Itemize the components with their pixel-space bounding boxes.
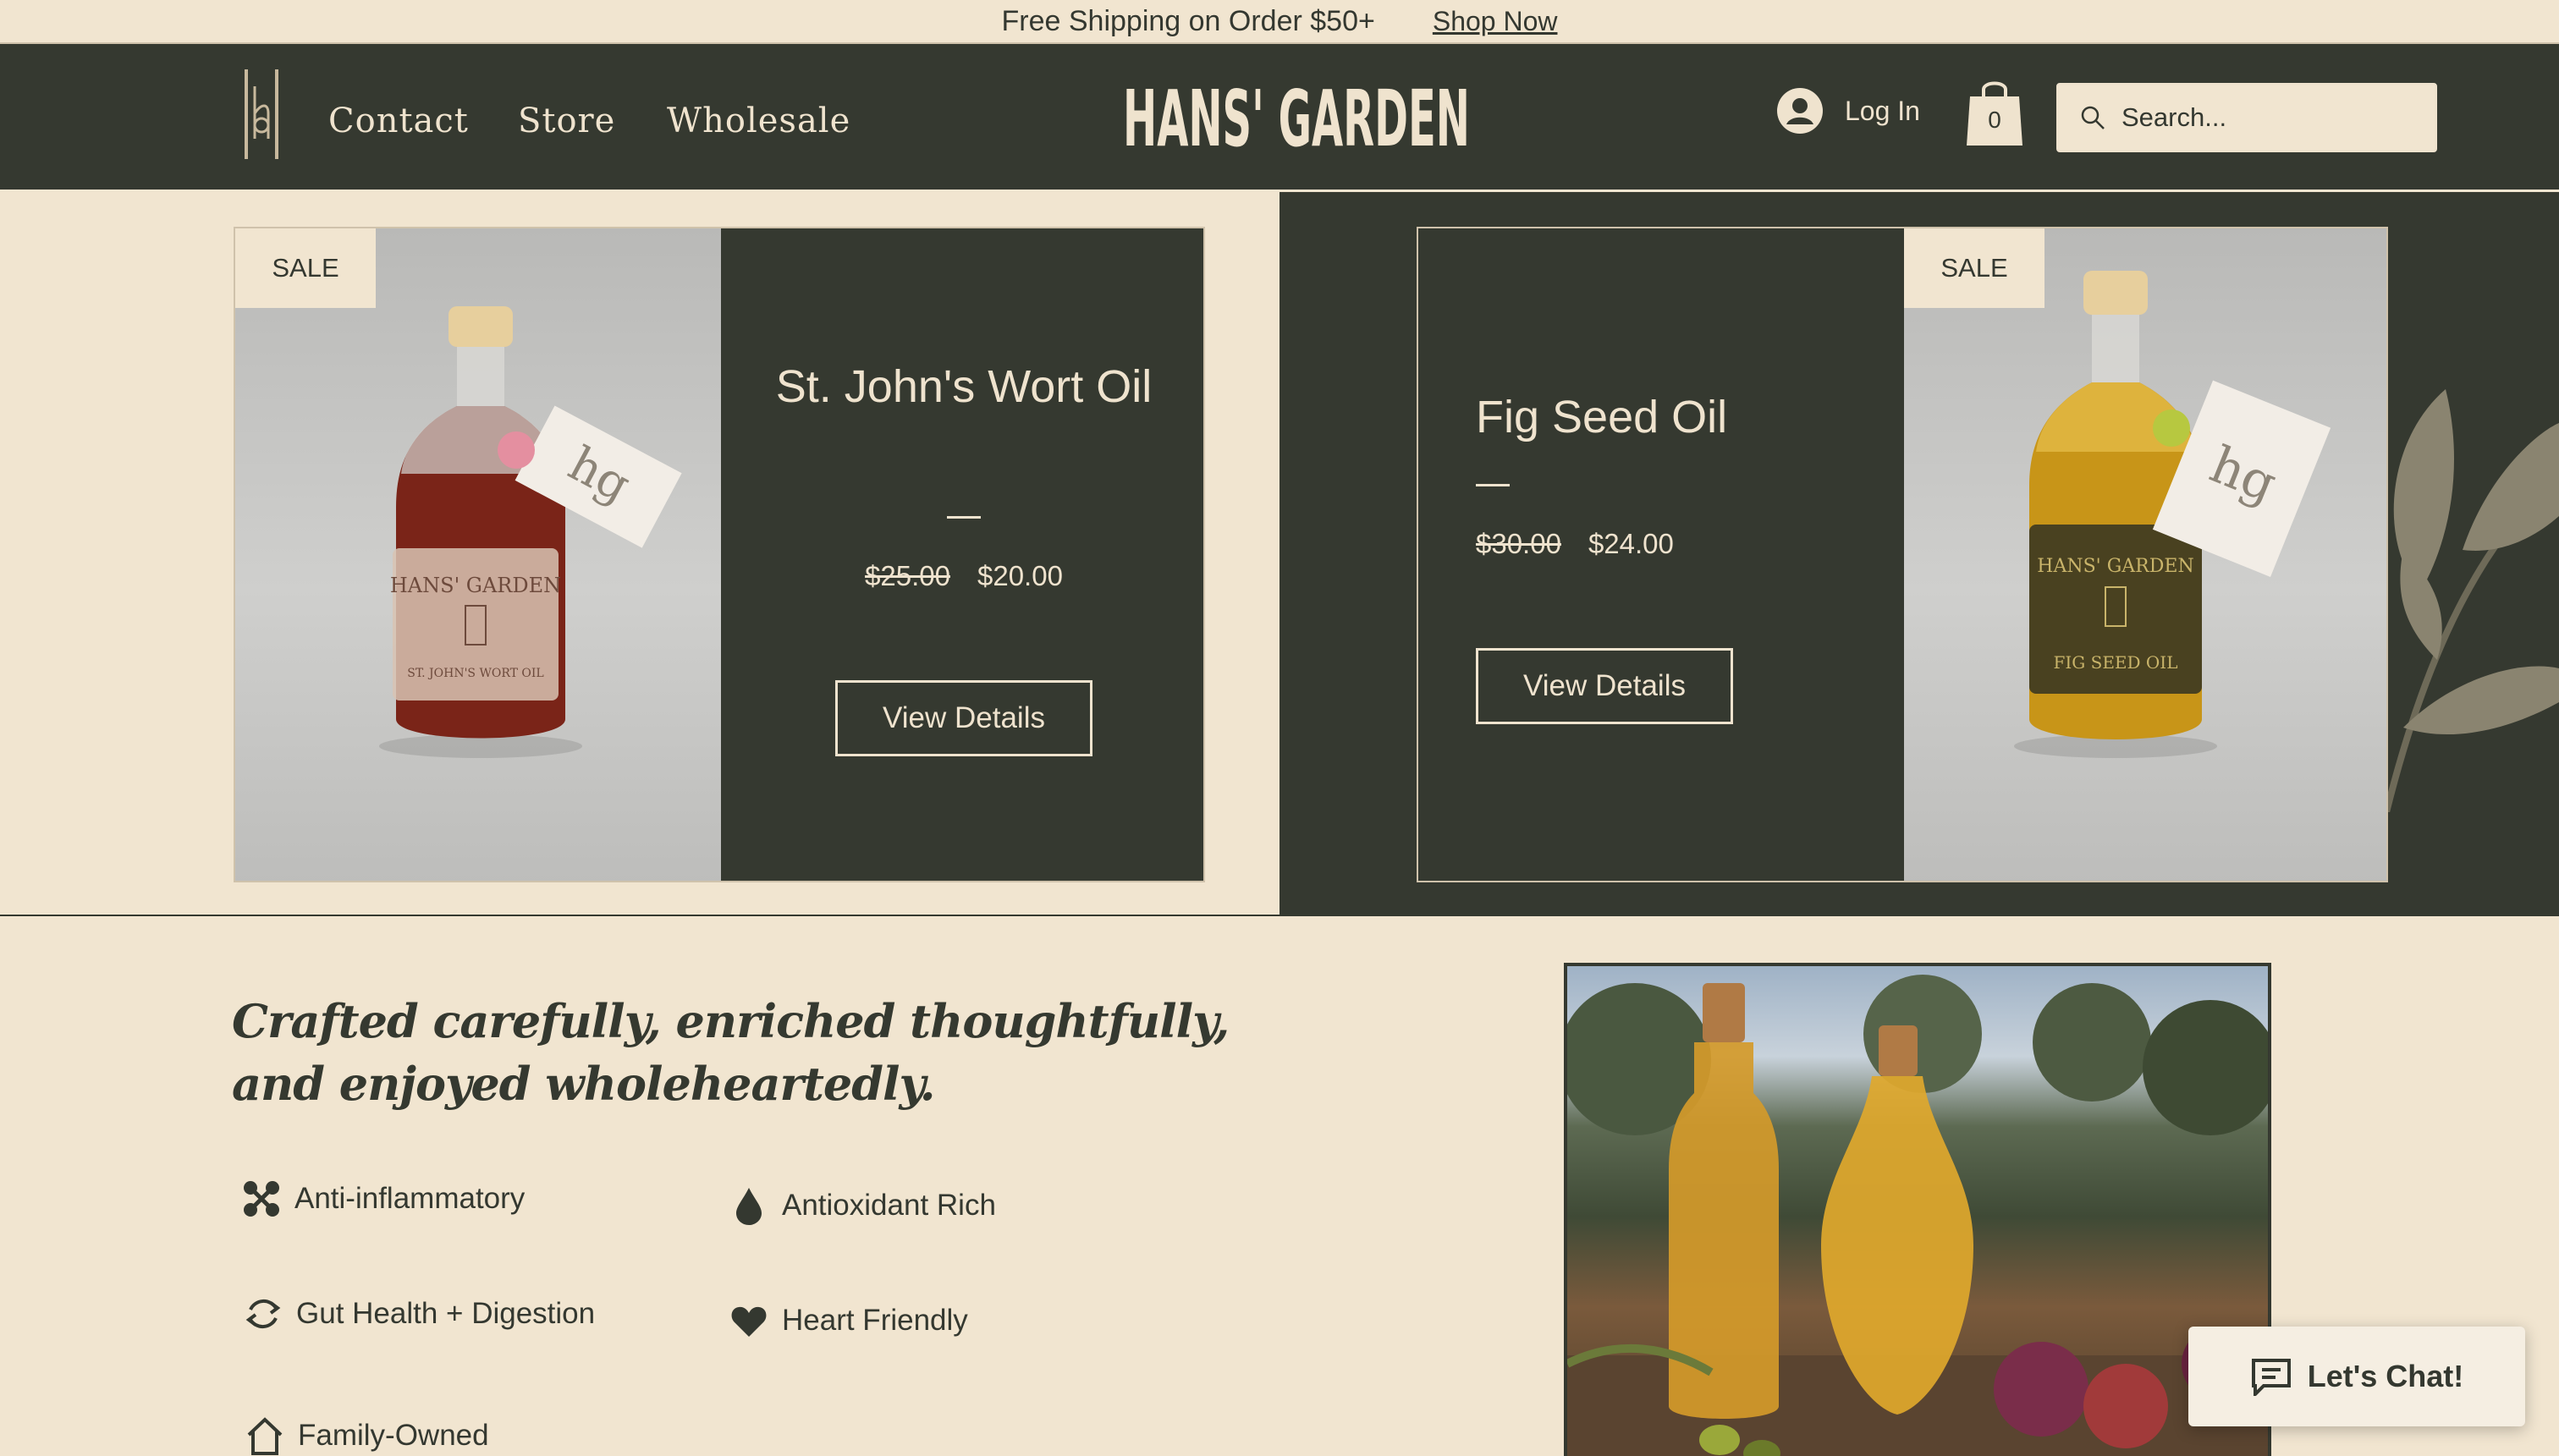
- feature-anti-inflammatory: Anti-inflammatory: [240, 1178, 525, 1220]
- oil-bottle-image: HANS' GARDEN FIG SEED OIL hg: [2014, 271, 2331, 758]
- sale-price: $24.00: [1588, 528, 1674, 559]
- feature-heart-friendly: Heart Friendly: [728, 1299, 968, 1342]
- product-price: $30.00 $24.00: [1476, 528, 1674, 560]
- nav-store[interactable]: Store: [518, 102, 615, 140]
- olive-oil-hero-image: [1564, 963, 2271, 1456]
- brand-name: HANS' GARDEN: [1123, 74, 1470, 156]
- name-divider: [947, 516, 981, 519]
- cart-count: 0: [1988, 107, 2001, 133]
- nav-wholesale[interactable]: Wholesale: [667, 102, 850, 140]
- brand-logo[interactable]: HANS' GARDEN: [1119, 74, 1474, 156]
- login-label: Log In: [1845, 95, 1920, 126]
- hg-monogram-icon[interactable]: [239, 66, 283, 162]
- chat-widget-button[interactable]: Let's Chat!: [2188, 1327, 2525, 1426]
- announcement-text: Free Shipping on Order $50+: [1001, 4, 1375, 37]
- bottle-label-product: ST. JOHN'S WORT OIL: [407, 667, 543, 680]
- feature-family-owned: Family-Owned: [244, 1415, 489, 1456]
- sale-badge: SALE: [235, 228, 376, 308]
- product-card-st-johns-wort[interactable]: HANS' GARDEN ST. JOHN'S WORT OIL hg SALE…: [234, 227, 1205, 882]
- heart-icon: [731, 1306, 767, 1337]
- user-avatar-icon: [1777, 88, 1823, 134]
- cycle-icon: [245, 1299, 281, 1329]
- feature-label: Antioxidant Rich: [782, 1189, 996, 1222]
- product-name[interactable]: Fig Seed Oil: [1476, 386, 1882, 448]
- cart-button[interactable]: 0: [1965, 76, 2024, 147]
- feature-label: Family-Owned: [298, 1419, 489, 1452]
- view-details-button[interactable]: View Details: [835, 680, 1092, 756]
- product-info: St. John's Wort Oil $25.00 $20.00 View D…: [721, 228, 1203, 881]
- feature-label: Heart Friendly: [782, 1304, 968, 1337]
- sale-price: $20.00: [977, 560, 1063, 591]
- brand-tagline: Crafted carefully, enriched thoughtfully…: [232, 994, 1230, 1111]
- search-box[interactable]: [2056, 83, 2437, 152]
- product-photo[interactable]: HANS' GARDEN ST. JOHN'S WORT OIL hg: [235, 228, 721, 881]
- login-button[interactable]: Log In: [1777, 88, 1920, 134]
- chat-label: Let's Chat!: [2307, 1359, 2464, 1393]
- bottle-label-brand: HANS' GARDEN: [2037, 556, 2193, 577]
- feature-antioxidant: Antioxidant Rich: [728, 1184, 996, 1227]
- view-details-button[interactable]: View Details: [1476, 648, 1733, 724]
- olive-leaf-decoration: [2383, 389, 2559, 812]
- olive-oil-still-life: [1567, 975, 2268, 1456]
- original-price: $25.00: [865, 560, 950, 591]
- droplet-icon: [736, 1188, 762, 1225]
- molecule-icon: [244, 1181, 279, 1217]
- feature-label: Gut Health + Digestion: [296, 1297, 596, 1330]
- announcement-bar: Free Shipping on Order $50+ Shop Now: [0, 0, 2559, 44]
- product-photo[interactable]: HANS' GARDEN FIG SEED OIL hg: [1904, 228, 2386, 881]
- name-divider: [1476, 484, 1510, 486]
- bottle-label-brand: HANS' GARDEN: [390, 574, 561, 597]
- original-price: $30.00: [1476, 528, 1561, 559]
- shop-now-link[interactable]: Shop Now: [1433, 6, 1558, 37]
- product-info: Fig Seed Oil $30.00 $24.00 View Details: [1418, 228, 1904, 881]
- feature-label: Anti-inflammatory: [294, 1182, 526, 1215]
- sale-badge: SALE: [1904, 228, 2044, 308]
- home-icon: [247, 1417, 283, 1455]
- product-name[interactable]: St. John's Wort Oil: [772, 355, 1156, 418]
- search-icon: [2081, 106, 2105, 129]
- chat-icon: [2251, 1359, 2291, 1396]
- bottle-label-product: FIG SEED OIL: [2054, 652, 2178, 673]
- search-input[interactable]: [2121, 102, 2426, 133]
- product-price: $25.00 $20.00: [721, 560, 1203, 592]
- feature-gut-health: Gut Health + Digestion: [242, 1293, 595, 1335]
- product-card-fig-seed-oil[interactable]: Fig Seed Oil $30.00 $24.00 View Details …: [1417, 227, 2388, 882]
- nav-contact[interactable]: Contact: [328, 102, 469, 140]
- oil-bottle-image: HANS' GARDEN ST. JOHN'S WORT OIL hg: [379, 306, 682, 758]
